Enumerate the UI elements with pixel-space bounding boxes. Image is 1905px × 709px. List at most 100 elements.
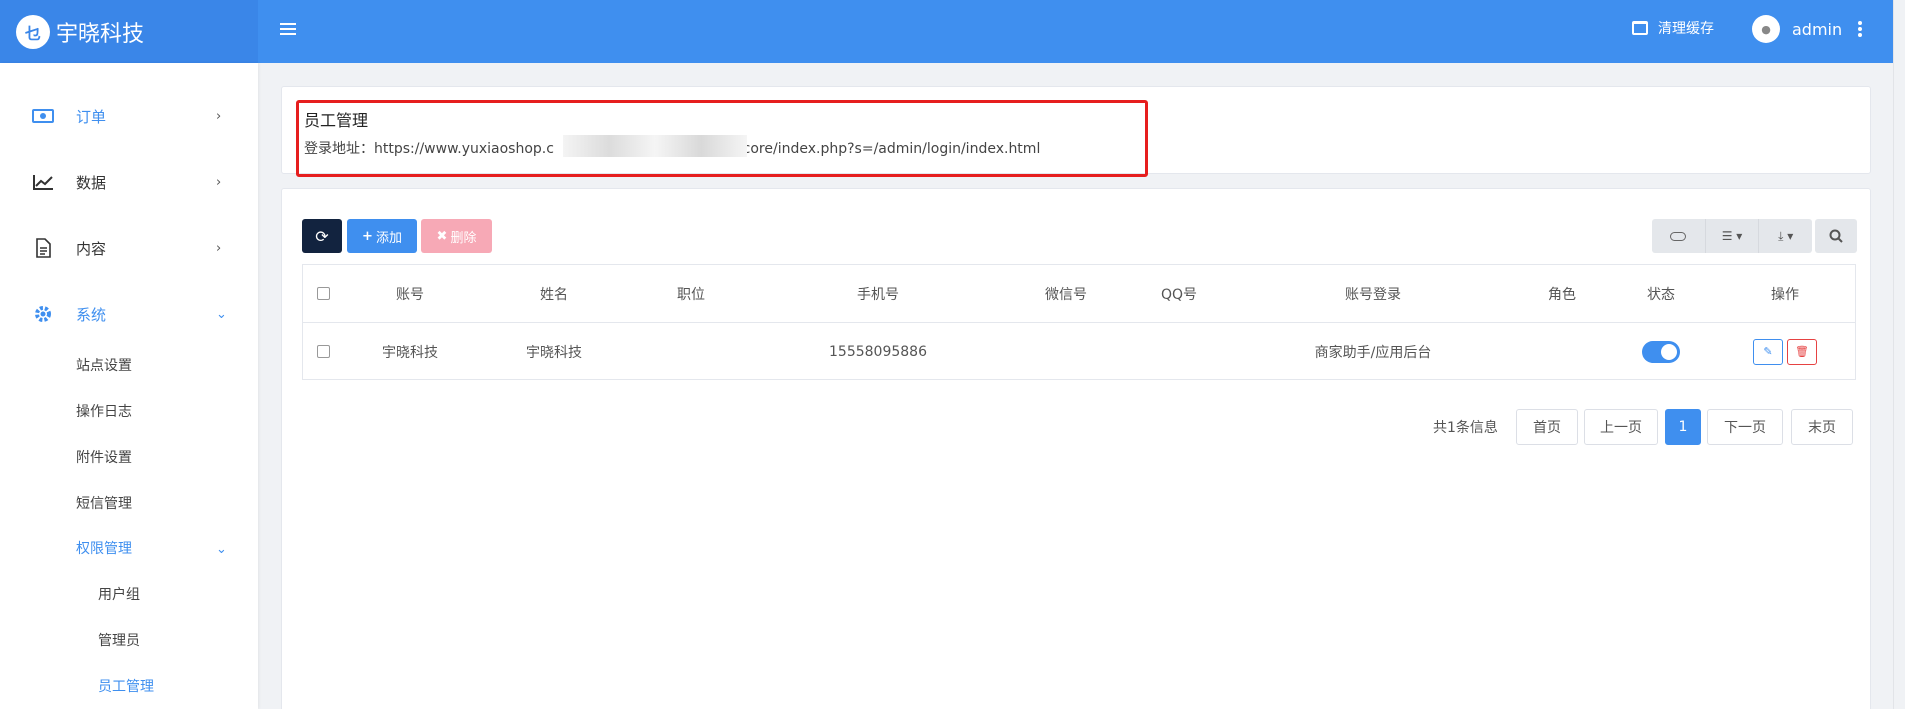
delete-button[interactable]: ✖ 删除 [421,219,492,253]
cell-role [1515,323,1609,380]
clear-cache-label: 清理缓存 [1658,21,1714,37]
delete-row-button[interactable]: 🗑 [1787,338,1817,365]
cell-qq [1127,323,1231,380]
chart-line-icon [32,171,54,193]
redacted-area [563,135,747,157]
row-checkbox-cell [303,323,343,380]
user-menu[interactable]: ● admin [1752,15,1842,43]
close-icon: ✖ [436,228,448,244]
add-label: 添加 [375,230,402,246]
column-header[interactable]: 职位 [631,265,751,322]
sidebar-sub-site-settings[interactable]: 站点设置 [76,355,132,375]
cell-account: 宇晓科技 [382,344,438,361]
cell-login: 商家助手/应用后台 [1314,344,1432,361]
cell-wechat [1005,323,1127,380]
clear-cache-button[interactable]: 清理缓存 [1632,18,1714,38]
brand[interactable]: 乜 宇晓科技 [0,0,258,63]
basket-icon [1632,21,1648,35]
sidebar-item-content[interactable]: 内容 › [0,228,258,268]
sidebar-sub-admins[interactable]: 管理员 [98,630,140,650]
toggle-view-button[interactable] [1652,219,1706,253]
refresh-button[interactable]: ⟳ [302,219,342,253]
row-checkbox[interactable] [316,345,330,358]
sidebar-item-system[interactable]: 系统 ⌄ [0,294,258,334]
add-button[interactable]: + 添加 [347,219,417,253]
sidebar-sub-staff[interactable]: 员工管理 [98,676,154,696]
column-header[interactable]: 账号 [343,265,477,322]
column-header[interactable]: 账号登录 [1231,265,1515,322]
top-bar: 乜 宇晓科技 清理缓存 ● admin [0,0,1905,63]
scrollbar[interactable] [1893,0,1905,709]
column-header[interactable]: 微信号 [1005,265,1127,322]
document-icon [32,237,54,259]
chevron-right-icon: › [216,174,222,190]
sidebar-sub-user-groups[interactable]: 用户组 [98,584,140,604]
page-last[interactable]: 末页 [1791,409,1853,445]
login-url-start: https://www.yuxiaoshop.c [374,141,554,157]
login-url-prefix: 登录地址： [304,141,374,157]
sidebar-sub-permissions[interactable]: 权限管理 [76,538,132,558]
cell-position [631,323,751,380]
gear-icon [32,303,54,325]
header-checkbox-cell [303,265,343,322]
column-header[interactable]: 角色 [1515,265,1609,322]
page-current[interactable]: 1 [1665,409,1701,445]
search-icon [1829,229,1843,243]
page-next[interactable]: 下一页 [1707,409,1783,445]
search-button[interactable] [1815,219,1857,253]
chevron-down-icon: ⌄ [216,306,227,322]
column-header[interactable]: 手机号 [751,265,1005,322]
column-header[interactable]: 状态 [1609,265,1713,322]
toggle-icon [1670,231,1687,241]
cell-phone: 15558095886 [829,343,927,360]
column-header[interactable]: 操作 [1713,265,1857,322]
chevron-down-icon: ⌄ [216,541,227,557]
plus-icon: + [362,228,373,244]
username: admin [1792,19,1843,39]
select-all-checkbox[interactable] [316,287,330,300]
more-options-icon[interactable] [1858,19,1864,39]
money-icon [32,105,54,127]
cell-actions: ✎ 🗑 [1713,323,1857,380]
pencil-icon: ✎ [1763,345,1773,358]
cell-name: 宇晓科技 [526,344,582,361]
sidebar-item-label: 数据 [76,173,107,192]
delete-label: 删除 [450,230,477,246]
sidebar: 订单 › 数据 › 内容 › 系统 ⌄ 站点设置 操作日志 附件设置 短信管理 … [0,63,258,709]
brand-name: 宇晓科技 [56,21,145,47]
sidebar-item-label: 系统 [76,305,107,324]
login-url-end: /core/index.php?s=/admin/login/index.htm… [737,141,1041,157]
avatar: ● [1752,15,1780,43]
column-header[interactable]: 姓名 [477,265,631,322]
export-button[interactable]: ⤓ ▾ [1759,219,1812,253]
list-icon: ☰ ▾ [1721,229,1743,243]
page-first[interactable]: 首页 [1516,409,1578,445]
sidebar-sub-operation-log[interactable]: 操作日志 [76,401,132,421]
sidebar-item-orders[interactable]: 订单 › [0,96,258,136]
table-tools: ☰ ▾ ⤓ ▾ [1652,219,1812,253]
edit-button[interactable]: ✎ [1753,338,1783,365]
trash-icon: 🗑 [1795,345,1809,358]
sidebar-sub-attachment-settings[interactable]: 附件设置 [76,447,132,467]
table-row: 宇晓科技 宇晓科技 15558095886 商家助手/应用后台 ✎ 🗑 [303,323,1855,380]
sidebar-item-label: 订单 [76,107,107,126]
menu-toggle-icon[interactable] [280,20,296,40]
chevron-right-icon: › [216,108,222,124]
brand-logo: 乜 [16,14,50,49]
sidebar-item-label: 内容 [76,239,107,258]
status-toggle[interactable] [1642,340,1680,363]
permissions-chevron: ⌄ [190,529,230,569]
sidebar-sub-sms[interactable]: 短信管理 [76,493,132,513]
staff-table: 账号 姓名 职位 手机号 微信号 QQ号 账号登录 角色 状态 操作 宇晓科技 … [302,264,1856,380]
sidebar-item-data[interactable]: 数据 › [0,162,258,202]
page-prev[interactable]: 上一页 [1584,409,1658,445]
page-title: 员工管理 [304,111,369,130]
column-header[interactable]: QQ号 [1127,265,1231,322]
table-header: 账号 姓名 职位 手机号 微信号 QQ号 账号登录 角色 状态 操作 [303,265,1855,323]
download-icon: ⤓ ▾ [1778,228,1794,243]
refresh-icon: ⟳ [315,226,329,246]
cell-status [1609,323,1713,380]
chevron-right-icon: › [216,240,222,256]
columns-button[interactable]: ☰ ▾ [1706,219,1760,253]
total-count: 共1条信息 [1433,420,1498,436]
